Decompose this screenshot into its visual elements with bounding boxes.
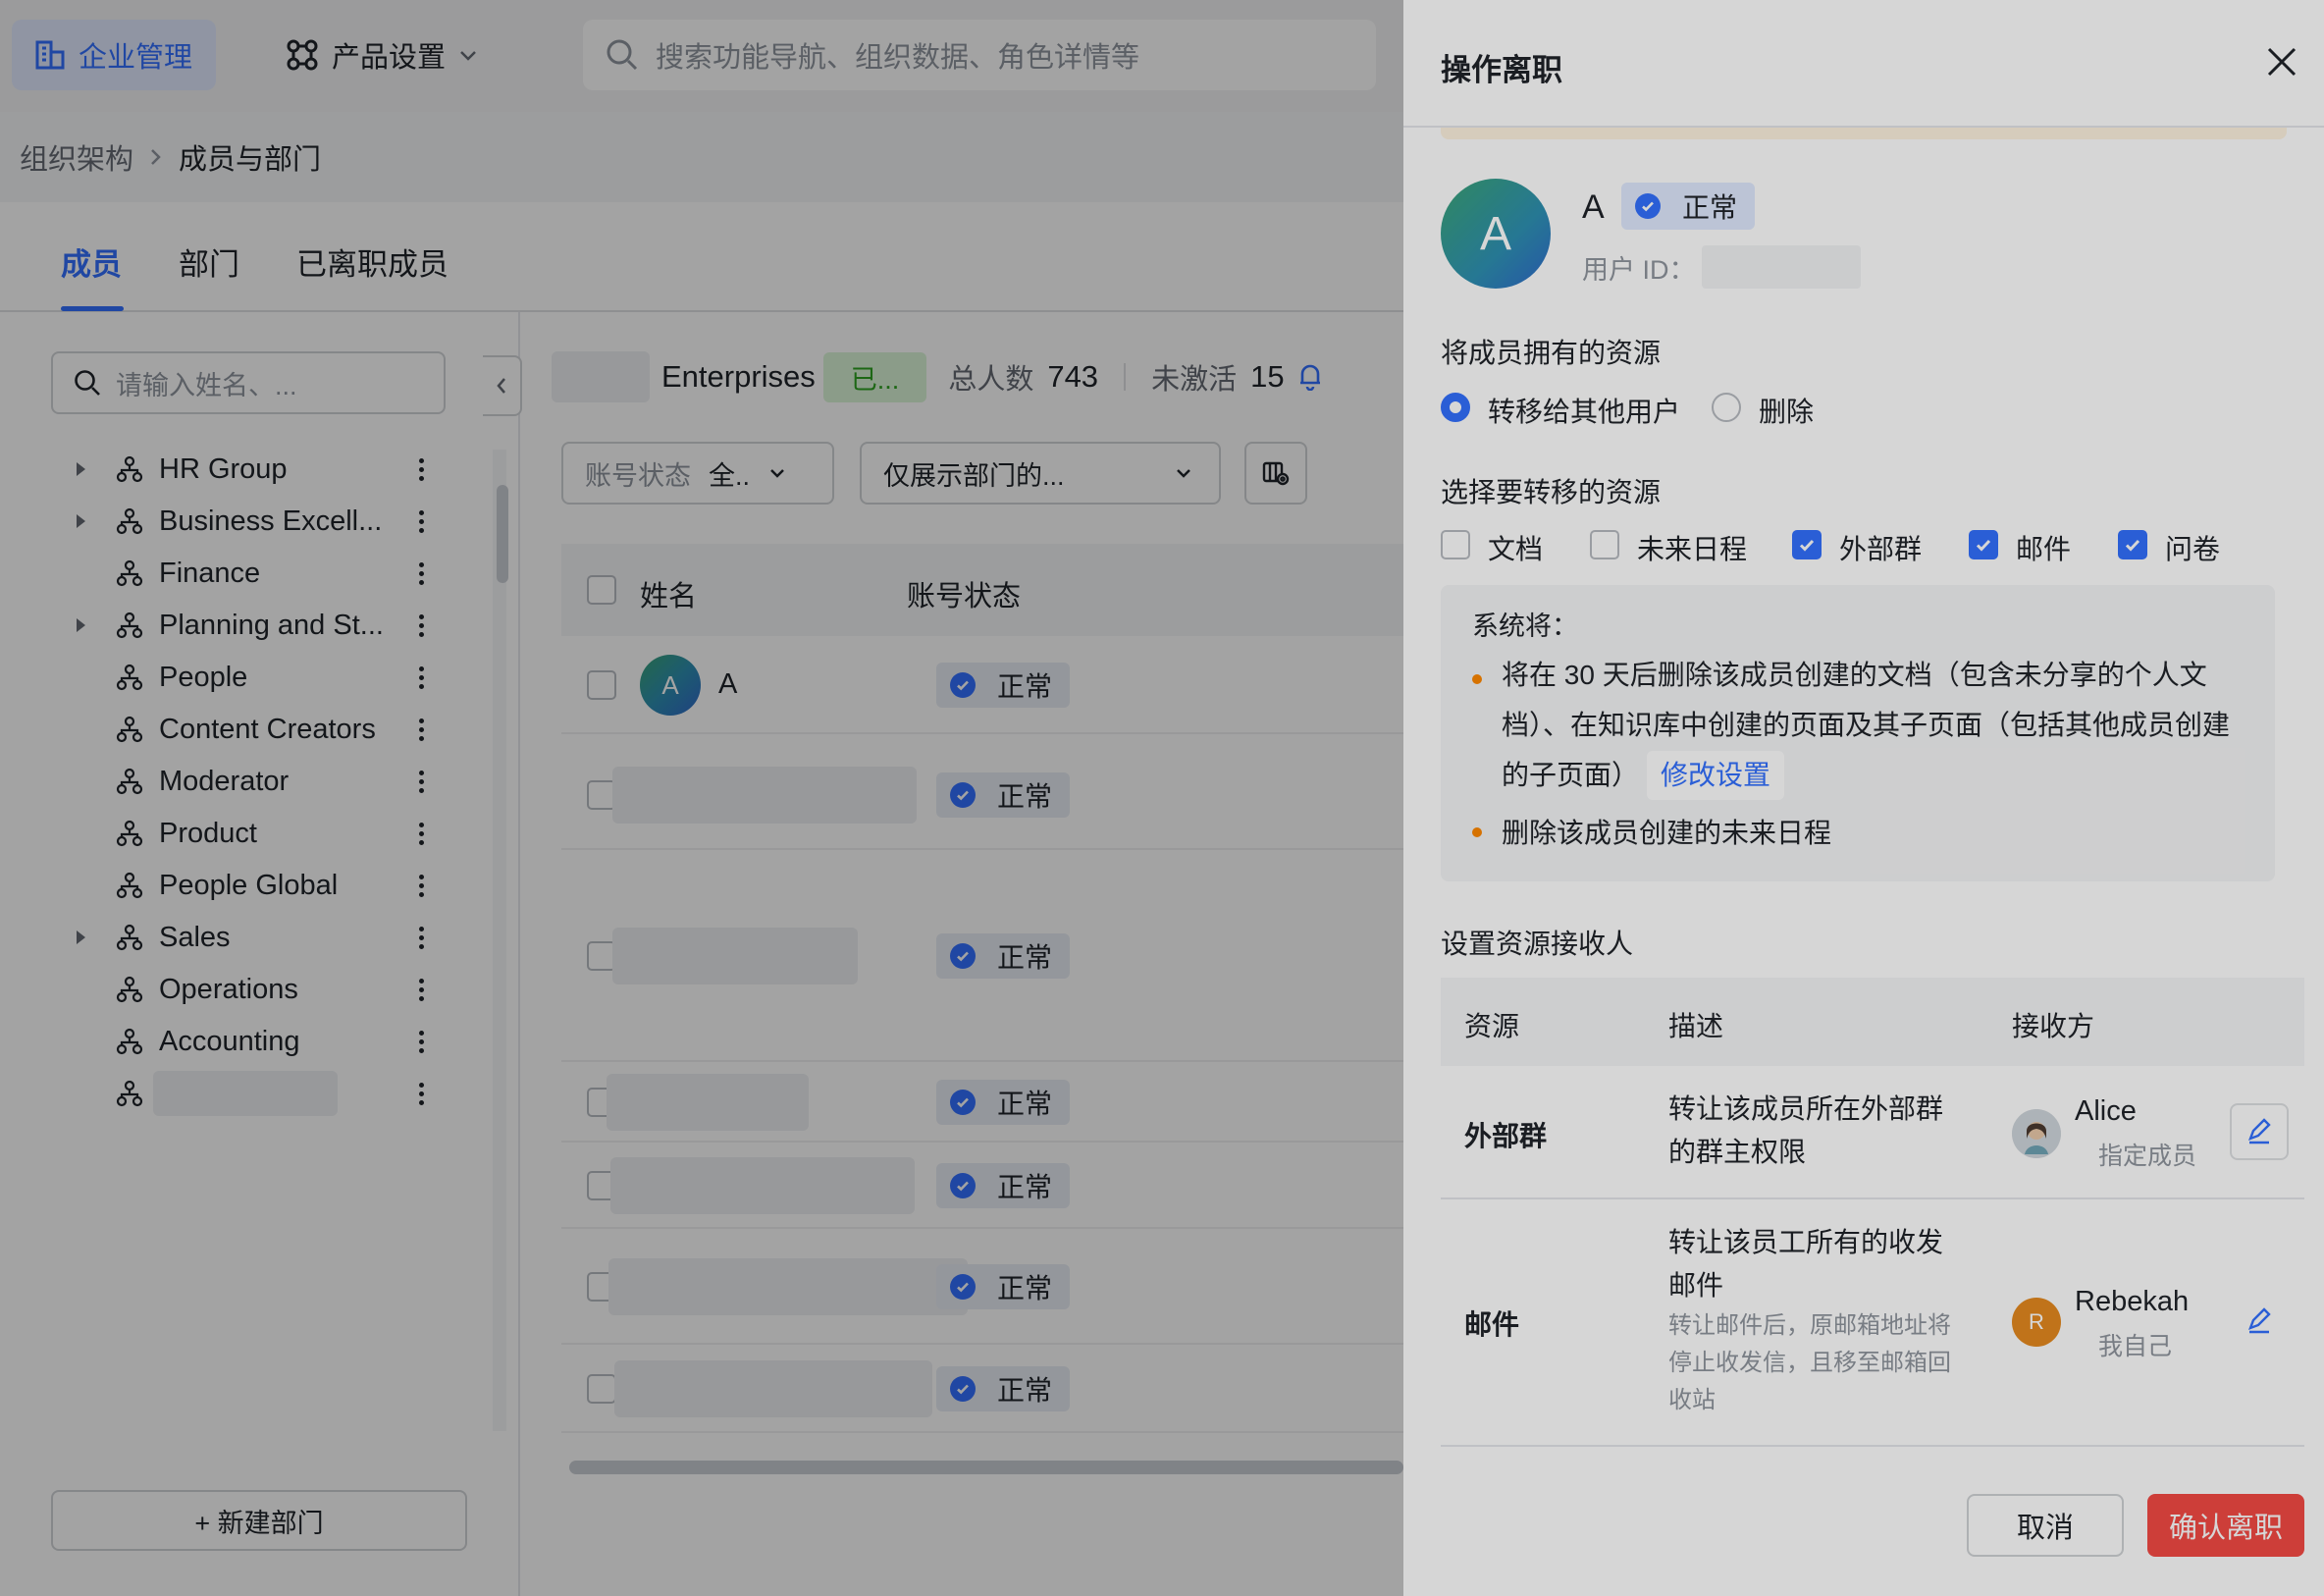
receivers-label: 设置资源接收人 bbox=[1441, 929, 1634, 959]
resource-checkbox-label[interactable]: 问卷 bbox=[2165, 528, 2220, 567]
receiver-table-header: 资源 描述 接收方 bbox=[1441, 978, 2304, 1066]
check-circle-icon bbox=[1635, 193, 1661, 219]
offboard-drawer: 操作离职 A A 正常 用户 ID： 将成员拥有的资源 转移给其他用户 删除 选… bbox=[1403, 0, 2324, 1596]
receiver-avatar-alice bbox=[2012, 1109, 2061, 1158]
transfer-resources-label: 选择要转移的资源 bbox=[1441, 477, 1662, 507]
resource-checkbox-label[interactable]: 未来日程 bbox=[1637, 528, 1747, 567]
bullet-dot bbox=[1472, 827, 1482, 837]
resource-checkbox[interactable] bbox=[1590, 530, 1619, 559]
owned-resources-label: 将成员拥有的资源 bbox=[1441, 338, 1662, 368]
receiver-row-desc: 转让该员工所有的收发 邮件 bbox=[1668, 1227, 1944, 1301]
resource-checkbox-label[interactable]: 文档 bbox=[1488, 528, 1543, 567]
cancel-button[interactable]: 取消 bbox=[1967, 1494, 2124, 1557]
edit-pencil-icon[interactable] bbox=[2245, 1307, 2273, 1335]
user-id-redacted bbox=[1701, 245, 1861, 289]
receiver-row-email: 邮件 转让该员工所有的收发 邮件 转让邮件后，原邮箱地址将 停止收发信，且移至邮… bbox=[1441, 1199, 2304, 1447]
radio-transfer[interactable] bbox=[1441, 393, 1470, 422]
bullet-dot bbox=[1472, 674, 1482, 684]
resource-checkbox-label[interactable]: 邮件 bbox=[2016, 528, 2071, 567]
system-notice-item-docs: 将在 30 天后删除该成员创建的文档（包含未分享的个人文 档）、在知识库中创建的… bbox=[1502, 650, 2247, 800]
check-icon bbox=[2123, 535, 2142, 555]
receiver-role: 我自己 bbox=[2098, 1333, 2173, 1360]
resource-checkbox[interactable] bbox=[1969, 530, 1998, 559]
admin-console: 企业管理 产品设置 搜索功能导航、组织数据、角色详情等 组织架构 成员与部门 成… bbox=[0, 0, 1403, 1596]
radio-transfer-label[interactable]: 转移给其他用户 bbox=[1488, 391, 1680, 430]
close-icon[interactable] bbox=[2265, 45, 2298, 79]
check-icon bbox=[1797, 535, 1817, 555]
system-notice: 系统将： 将在 30 天后删除该成员创建的文档（包含未分享的个人文 档）、在知识… bbox=[1441, 585, 2275, 881]
resource-checkbox[interactable] bbox=[1441, 530, 1470, 559]
user-avatar: A bbox=[1441, 179, 1551, 289]
warning-banner-edge bbox=[1441, 128, 2287, 139]
receiver-name: Alice bbox=[2075, 1095, 2137, 1127]
resource-checkbox[interactable] bbox=[1792, 530, 1822, 559]
receiver-role: 指定成员 bbox=[2098, 1143, 2197, 1170]
edit-receiver-button[interactable] bbox=[2230, 1103, 2289, 1160]
system-notice-item-calendar: 删除该成员创建的未来日程 bbox=[1502, 818, 1832, 848]
resource-checkbox[interactable] bbox=[2118, 530, 2147, 559]
user-name: A bbox=[1582, 188, 1605, 226]
system-notice-title: 系统将： bbox=[1472, 612, 1578, 641]
resource-checkbox-label[interactable]: 外部群 bbox=[1839, 528, 1922, 567]
user-id: 用户 ID： bbox=[1582, 245, 1861, 289]
edit-pencil-icon bbox=[2245, 1118, 2273, 1145]
receiver-row-external-group: 外部群 转让该成员所在外部群 的群主权限 Alice 指定成员 bbox=[1441, 1066, 2304, 1199]
check-icon bbox=[1974, 535, 1993, 555]
receiver-row-desc: 转让该成员所在外部群 的群主权限 bbox=[1668, 1093, 1944, 1167]
confirm-resign-button[interactable]: 确认离职 bbox=[2147, 1494, 2304, 1557]
radio-delete-label[interactable]: 删除 bbox=[1759, 391, 1814, 430]
radio-delete[interactable] bbox=[1712, 393, 1741, 422]
drawer-title: 操作离职 bbox=[1441, 53, 1562, 87]
receiver-row-note: 转让邮件后，原邮箱地址将 停止收发信，且移至邮箱回 收站 bbox=[1668, 1312, 1951, 1413]
receiver-name: Rebekah bbox=[2075, 1286, 2190, 1317]
receiver-avatar-rebekah: R bbox=[2012, 1298, 2061, 1347]
modify-settings-link[interactable]: 修改设置 bbox=[1647, 751, 1785, 800]
modal-overlay[interactable] bbox=[0, 0, 1403, 1596]
user-status-badge: 正常 bbox=[1621, 183, 1755, 230]
